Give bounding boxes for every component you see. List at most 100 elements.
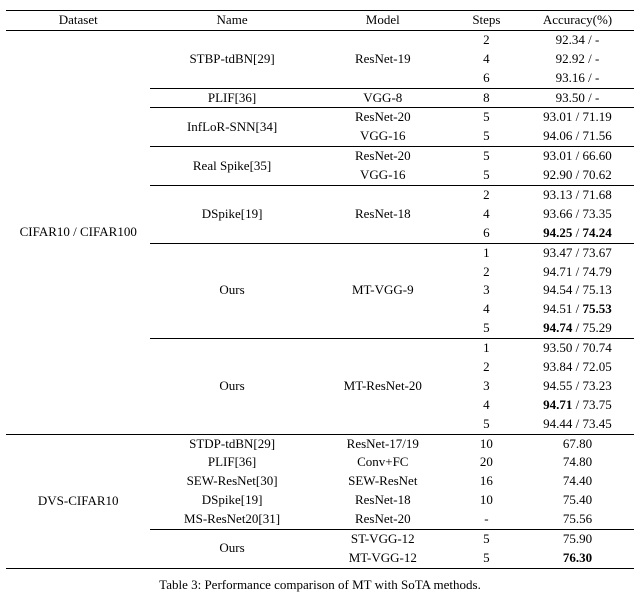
model-cell: ResNet-17/19: [314, 434, 452, 453]
method-name: STBP-tdBN[29]: [150, 30, 313, 88]
acc-cell: 94.25 / 74.24: [521, 224, 634, 243]
acc-cell: 74.40: [521, 472, 634, 491]
acc-cell: 94.55 / 73.23: [521, 377, 634, 396]
steps-cell: 10: [452, 491, 521, 510]
steps-cell: 6: [452, 69, 521, 88]
acc-cell: 67.80: [521, 434, 634, 453]
bold-value: 94.74: [543, 320, 572, 335]
steps-cell: 2: [452, 263, 521, 282]
method-name: Real Spike[35]: [150, 147, 313, 186]
model-cell: ResNet-20: [314, 108, 452, 127]
results-table: Dataset Name Model Steps Accuracy(%) CIF…: [6, 10, 634, 569]
method-name: MS-ResNet20[31]: [150, 510, 313, 529]
table-row: CIFAR10 / CIFAR100 STBP-tdBN[29] ResNet-…: [6, 30, 634, 49]
method-name: DSpike[19]: [150, 491, 313, 510]
acc-cell: 94.06 / 71.56: [521, 127, 634, 146]
steps-cell: 3: [452, 281, 521, 300]
acc-cell: 94.74 / 75.29: [521, 319, 634, 338]
model-cell: ST-VGG-12: [314, 530, 452, 549]
model-cell: ResNet-20: [314, 510, 452, 529]
bold-value: 74.24: [583, 225, 612, 240]
model-cell: SEW-ResNet: [314, 472, 452, 491]
method-name: DSpike[19]: [150, 186, 313, 244]
method-name: Ours: [150, 243, 313, 338]
steps-cell: 4: [452, 396, 521, 415]
method-name: PLIF[36]: [150, 453, 313, 472]
bold-value: 94.71: [543, 397, 572, 412]
model-cell: ResNet-19: [314, 30, 452, 88]
sep: /: [572, 225, 582, 240]
col-model: Model: [314, 11, 452, 31]
steps-cell: 10: [452, 434, 521, 453]
steps-cell: 4: [452, 50, 521, 69]
steps-cell: 5: [452, 166, 521, 185]
bold-value: 76.30: [563, 550, 592, 565]
method-name: InfLoR-SNN[34]: [150, 108, 313, 147]
steps-cell: 4: [452, 205, 521, 224]
steps-cell: 5: [452, 530, 521, 549]
val: / 73.75: [572, 397, 611, 412]
model-cell: ResNet-20: [314, 147, 452, 166]
method-name: Ours: [150, 530, 313, 569]
acc-cell: 94.51 / 75.53: [521, 300, 634, 319]
acc-cell: 93.47 / 73.67: [521, 243, 634, 262]
method-name: SEW-ResNet[30]: [150, 472, 313, 491]
acc-cell: 94.71 / 74.79: [521, 263, 634, 282]
acc-cell: 92.92 / -: [521, 50, 634, 69]
acc-cell: 92.34 / -: [521, 30, 634, 49]
steps-cell: 4: [452, 300, 521, 319]
steps-cell: 5: [452, 147, 521, 166]
acc-cell: 93.50 / 70.74: [521, 339, 634, 358]
col-dataset: Dataset: [6, 11, 150, 31]
model-cell: VGG-8: [314, 88, 452, 108]
model-cell: ResNet-18: [314, 491, 452, 510]
acc-cell: 92.90 / 70.62: [521, 166, 634, 185]
acc-cell: 75.90: [521, 530, 634, 549]
dataset-cifar: CIFAR10 / CIFAR100: [6, 30, 150, 434]
col-name: Name: [150, 11, 313, 31]
method-name: PLIF[36]: [150, 88, 313, 108]
col-accuracy: Accuracy(%): [521, 11, 634, 31]
acc-cell: 94.44 / 73.45: [521, 415, 634, 434]
acc-cell: 93.01 / 66.60: [521, 147, 634, 166]
model-cell: MT-VGG-9: [314, 243, 452, 338]
acc-cell: 76.30: [521, 549, 634, 568]
steps-cell: 3: [452, 377, 521, 396]
bold-value: 94.25: [543, 225, 572, 240]
steps-cell: 5: [452, 549, 521, 568]
acc-cell: 93.13 / 71.68: [521, 186, 634, 205]
acc-cell: 93.50 / -: [521, 88, 634, 108]
steps-cell: 2: [452, 186, 521, 205]
model-cell: VGG-16: [314, 127, 452, 146]
steps-cell: 5: [452, 127, 521, 146]
val: / 75.29: [572, 320, 611, 335]
table-row: DVS-CIFAR10 STDP-tdBN[29] ResNet-17/19 1…: [6, 434, 634, 453]
steps-cell: -: [452, 510, 521, 529]
acc-cell: 94.54 / 75.13: [521, 281, 634, 300]
table-header-row: Dataset Name Model Steps Accuracy(%): [6, 11, 634, 31]
method-name: Ours: [150, 339, 313, 434]
acc-cell: 93.01 / 71.19: [521, 108, 634, 127]
table-caption: Table 3: Performance comparison of MT wi…: [6, 569, 634, 593]
model-cell: VGG-16: [314, 166, 452, 185]
acc-cell: 75.40: [521, 491, 634, 510]
steps-cell: 2: [452, 30, 521, 49]
method-name: STDP-tdBN[29]: [150, 434, 313, 453]
steps-cell: 6: [452, 224, 521, 243]
acc-cell: 93.84 / 72.05: [521, 358, 634, 377]
steps-cell: 1: [452, 339, 521, 358]
steps-cell: 1: [452, 243, 521, 262]
model-cell: MT-ResNet-20: [314, 339, 452, 434]
model-cell: Conv+FC: [314, 453, 452, 472]
val: 94.51 /: [543, 301, 582, 316]
steps-cell: 5: [452, 108, 521, 127]
model-cell: MT-VGG-12: [314, 549, 452, 568]
acc-cell: 93.16 / -: [521, 69, 634, 88]
steps-cell: 16: [452, 472, 521, 491]
steps-cell: 5: [452, 319, 521, 338]
steps-cell: 2: [452, 358, 521, 377]
acc-cell: 94.71 / 73.75: [521, 396, 634, 415]
model-cell: ResNet-18: [314, 186, 452, 244]
col-steps: Steps: [452, 11, 521, 31]
acc-cell: 74.80: [521, 453, 634, 472]
